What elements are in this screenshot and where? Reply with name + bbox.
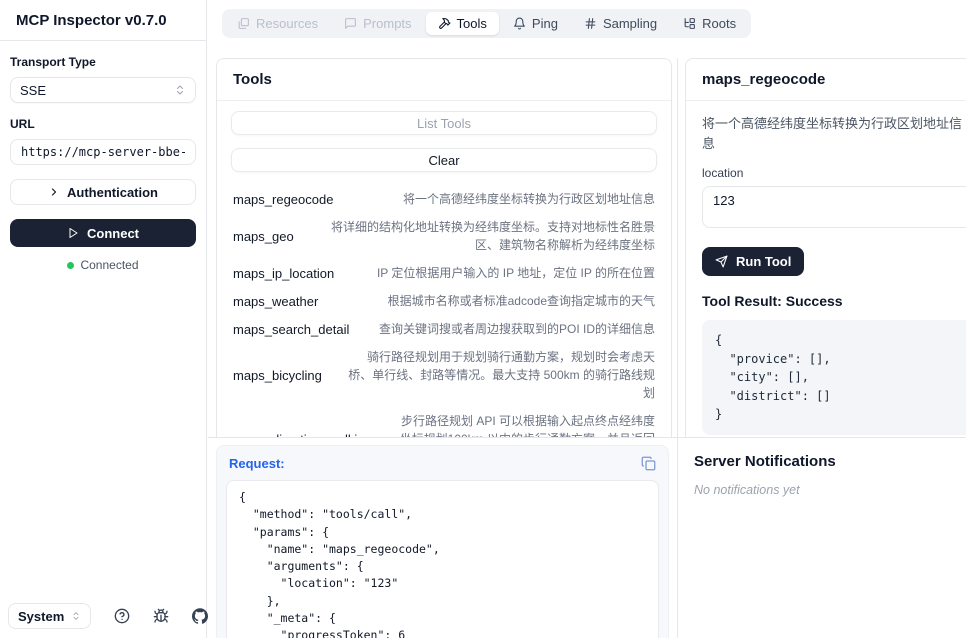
request-json: { "method": "tools/call", "params": { "n… [226, 480, 659, 638]
theme-select[interactable]: System [8, 603, 91, 629]
tool-row-maps-regeocode[interactable]: maps_regeocode 将一个高德经纬度坐标转换为行政区划地址信息 [231, 185, 657, 213]
list-tools-button[interactable]: List Tools [231, 111, 657, 135]
tab-label: Ping [532, 16, 558, 31]
status-dot-icon [67, 262, 74, 269]
request-label: Request: [229, 456, 285, 471]
tool-description: 将一个高德经纬度坐标转换为行政区划地址信息 [403, 190, 655, 208]
sidebar-footer: System [8, 603, 198, 629]
status-label: Connected [80, 258, 138, 272]
tool-description: 将详细的结构化地址转换为经纬度坐标。支持对地标性名胜景区、建筑物名称解析为经纬度… [325, 218, 655, 254]
chevron-right-icon [48, 186, 60, 198]
transport-type-value: SSE [20, 83, 46, 98]
tool-result-status: Tool Result: Success [702, 293, 966, 309]
hash-icon [584, 17, 597, 30]
theme-value: System [18, 609, 64, 624]
server-notifications-title: Server Notifications [694, 453, 950, 470]
tool-row-maps-search-detail[interactable]: maps_search_detail 查询关键词搜或者周边搜获取到的POI ID… [231, 315, 657, 343]
bell-icon [513, 17, 526, 30]
request-panel: Request: { "method": "tools/call", "para… [216, 445, 669, 638]
message-square-icon [344, 17, 357, 30]
tool-detail-title: maps_regeocode [702, 71, 825, 88]
connection-status: Connected [10, 258, 196, 272]
tool-name: maps_search_detail [233, 322, 349, 337]
sidebar: MCP Inspector v0.7.0 Transport Type SSE … [0, 0, 207, 638]
tab-prompts[interactable]: Prompts [332, 12, 423, 35]
tab-ping[interactable]: Ping [501, 12, 570, 35]
tab-tools[interactable]: Tools [426, 12, 499, 35]
tool-name: maps_regeocode [233, 192, 333, 207]
tool-detail-panel: maps_regeocode 将一个高德经纬度坐标转换为行政区划地址信息 loc… [685, 58, 966, 437]
tab-label: Roots [702, 16, 736, 31]
authentication-label: Authentication [67, 185, 158, 200]
app-header: MCP Inspector v0.7.0 [0, 0, 206, 41]
connect-button[interactable]: Connect [10, 219, 196, 247]
authentication-button[interactable]: Authentication [10, 179, 196, 205]
folder-tree-icon [683, 17, 696, 30]
tools-panel-title: Tools [233, 71, 272, 88]
hammer-icon [438, 17, 451, 30]
tool-detail-header: maps_regeocode [686, 59, 966, 101]
tab-sampling[interactable]: Sampling [572, 12, 669, 35]
run-tool-button[interactable]: Run Tool [702, 247, 804, 276]
server-notifications-panel: Server Notifications No notifications ye… [678, 437, 966, 638]
tool-result-json: { "provice": [], "city": [], "district":… [702, 320, 966, 435]
tool-description: IP 定位根据用户输入的 IP 地址，定位 IP 的所在位置 [377, 264, 655, 282]
tool-name: maps_geo [233, 229, 294, 244]
tool-name: maps_ip_location [233, 266, 334, 281]
bug-icon [153, 608, 169, 624]
notifications-empty-text: No notifications yet [694, 483, 950, 497]
chevrons-up-down-icon [174, 84, 186, 96]
tool-row-maps-weather[interactable]: maps_weather 根据城市名称或者标准adcode查询指定城市的天气 [231, 287, 657, 315]
tab-label: Resources [256, 16, 318, 31]
github-button[interactable] [192, 608, 208, 624]
transport-type-select[interactable]: SSE [10, 77, 196, 103]
copy-request-button[interactable] [641, 456, 656, 471]
bug-report-button[interactable] [153, 608, 169, 624]
chevrons-up-down-icon [71, 611, 81, 621]
tool-name: maps_bicycling [233, 368, 322, 383]
tool-row-maps-ip-location[interactable]: maps_ip_location IP 定位根据用户输入的 IP 地址，定位 I… [231, 259, 657, 287]
tool-row-maps-geo[interactable]: maps_geo 将详细的结构化地址转换为经纬度坐标。支持对地标性名胜景区、建筑… [231, 213, 657, 259]
transport-type-label: Transport Type [10, 55, 196, 69]
history-pane: Request: { "method": "tools/call", "para… [208, 437, 677, 638]
help-button[interactable] [114, 608, 130, 624]
tool-description: 骑行路径规划用于规划骑行通勤方案，规划时会考虑天桥、单行线、封路等情况。最大支持… [346, 348, 655, 402]
github-icon [192, 608, 208, 624]
tools-panel-header: Tools [217, 59, 671, 101]
app-title: MCP Inspector v0.7.0 [16, 12, 167, 29]
run-tool-label: Run Tool [736, 254, 791, 269]
play-icon [67, 227, 79, 239]
url-label: URL [10, 117, 196, 131]
tool-detail-description: 将一个高德经纬度坐标转换为行政区划地址信息 [702, 114, 966, 153]
tool-description: 步行路径规划 API 可以根据输入起点终点经纬度坐标规划100km 以内的步行通… [396, 412, 655, 437]
clear-button[interactable]: Clear [231, 148, 657, 172]
connect-label: Connect [87, 226, 139, 241]
tool-row-maps-bicycling[interactable]: maps_bicycling 骑行路径规划用于规划骑行通勤方案，规划时会考虑天桥… [231, 343, 657, 407]
location-input[interactable]: 123 [702, 186, 966, 228]
copy-icon [641, 456, 656, 471]
top-tabbar: Resources Prompts Tools Ping Sampling Ro… [222, 9, 751, 38]
tool-description: 根据城市名称或者标准adcode查询指定城市的天气 [388, 292, 655, 310]
files-icon [237, 17, 250, 30]
tab-resources[interactable]: Resources [225, 12, 330, 35]
tools-panel: Tools List Tools Clear maps_regeocode 将一… [216, 58, 672, 437]
url-input[interactable] [10, 139, 196, 165]
tool-name: maps_weather [233, 294, 318, 309]
tab-label: Sampling [603, 16, 657, 31]
location-param-label: location [702, 166, 966, 180]
tab-label: Prompts [363, 16, 411, 31]
tool-description: 查询关键词搜或者周边搜获取到的POI ID的详细信息 [379, 320, 655, 338]
send-icon [715, 255, 728, 268]
tool-row-maps-direction-walking[interactable]: maps_direction_walking 步行路径规划 API 可以根据输入… [231, 407, 657, 437]
tab-label: Tools [457, 16, 487, 31]
tab-roots[interactable]: Roots [671, 12, 748, 35]
help-circle-icon [114, 608, 130, 624]
